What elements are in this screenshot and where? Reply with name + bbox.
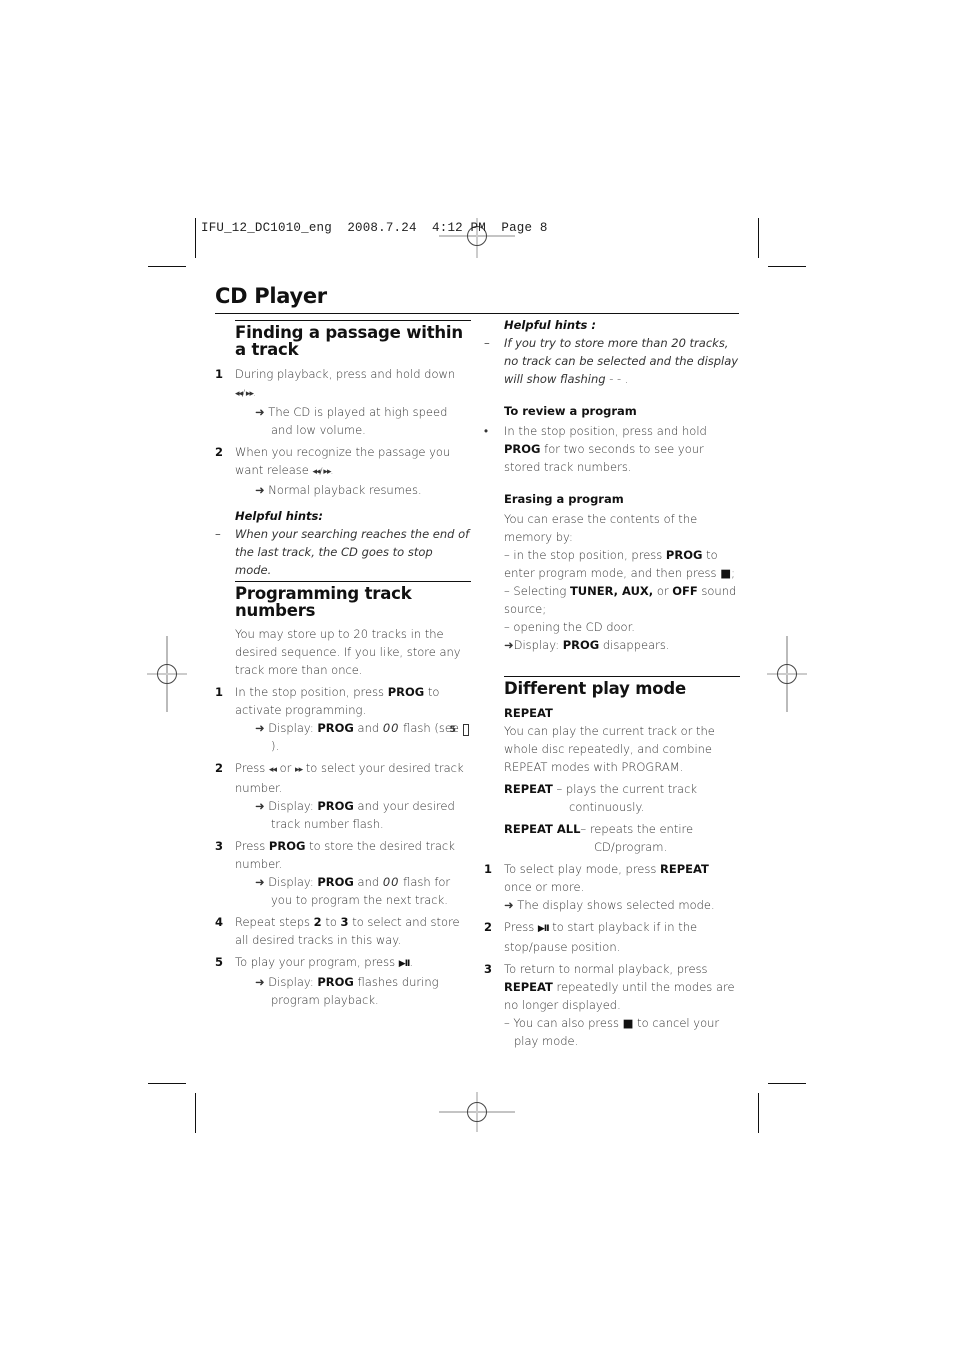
- step-result: ➜ The display shows selected mode.: [504, 898, 715, 912]
- stop-icon: ■: [720, 566, 732, 580]
- programming-intro: You may store up to 20 tracks in the des…: [235, 627, 461, 677]
- erasing-option: – Selecting TUNER, AUX, or OFF sound sou…: [504, 584, 737, 616]
- step-result: ➜ Display: PROG and 00 flash (see 5).: [235, 719, 471, 755]
- review-program-heading: To review a program: [504, 404, 637, 418]
- helpful-hint: – If you try to store more than 20 track…: [484, 336, 739, 386]
- crop-mark: [195, 218, 196, 258]
- page-title: CD Player: [215, 284, 327, 308]
- crop-mark: [768, 1083, 806, 1084]
- search-keys-icon: ◂◂/ ▸▸.: [312, 467, 334, 477]
- heading-programming: Programming track numbers: [235, 584, 412, 620]
- section-rule: [235, 320, 471, 321]
- step-2: 2 Press ▶II to start playback if in the …: [484, 920, 698, 954]
- helpful-hint: – When your searching reaches the end of…: [215, 527, 470, 577]
- step-1: 1 To select play mode, press REPEAT once…: [484, 860, 740, 914]
- step-3: 3 Press PROG to store the desired track …: [215, 837, 471, 909]
- step-result: ➜ Normal playback resumes.: [255, 483, 422, 497]
- erasing-result: ➜Display: PROG disappears.: [504, 638, 670, 652]
- finding-passage-body: 1 During playback, press and hold down ◂…: [215, 365, 471, 579]
- slug-date: 2008.7.24: [347, 221, 417, 235]
- step-5: 5 To play your program, press ▶II. ➜ Dis…: [215, 953, 471, 1009]
- slug-file: IFU_12_DC1010_eng: [201, 221, 332, 235]
- crop-mark: [148, 1083, 186, 1084]
- step-3: 3 To return to normal playback, press RE…: [484, 960, 740, 1050]
- erasing-intro: You can erase the contents of the memory…: [504, 512, 698, 544]
- crop-mark: [758, 1093, 759, 1133]
- step-4: 4 Repeat steps 2 to 3 to select and stor…: [215, 915, 460, 947]
- helpful-hints-heading: Helpful hints:: [235, 509, 323, 523]
- stop-icon: ■: [622, 1016, 634, 1030]
- heading-play-mode: Different play mode: [504, 679, 686, 698]
- figure-reference: 5: [450, 724, 469, 736]
- repeat-subheading: REPEAT: [504, 706, 553, 720]
- step-note: – You can also press ■ to cancel your pl…: [504, 1016, 720, 1048]
- play-mode-body: REPEAT You can play the current track or…: [484, 704, 740, 1050]
- title-rule: [215, 313, 739, 314]
- crop-mark: [768, 266, 806, 267]
- segment-display-glyph: 00: [382, 721, 400, 735]
- play-pause-icon: ▶II: [398, 959, 411, 969]
- registration-mark-left: [147, 636, 187, 712]
- step-result: ➜ Display: PROG flashes during program p…: [255, 975, 439, 1007]
- flashing-dashes-glyph: - - .: [605, 372, 629, 386]
- crop-mark: [195, 1093, 196, 1133]
- play-mode-intro: You can play the current track or the wh…: [504, 724, 715, 774]
- slug-page: Page 8: [501, 221, 548, 235]
- erasing-program-heading: Erasing a program: [504, 492, 624, 506]
- section-rule: [504, 676, 740, 677]
- right-column-top: Helpful hints : – If you try to store mo…: [484, 316, 740, 654]
- step-2: 2 When you recognize the passage you wan…: [215, 443, 471, 499]
- step-result: ➜ Display: PROG and your desired track n…: [255, 799, 455, 831]
- erasing-option: – opening the CD door.: [504, 620, 635, 634]
- helpful-hints-heading: Helpful hints :: [504, 318, 596, 332]
- search-keys-icon: ◂◂/ ▸▸.: [235, 389, 256, 399]
- segment-display-glyph: 00: [382, 875, 400, 889]
- crop-mark: [758, 218, 759, 258]
- rewind-icon: ◂◂: [268, 765, 277, 775]
- print-slug: IFU_12_DC1010_eng 2008.7.24 4:12 PM Page…: [201, 221, 548, 235]
- step-result: ➜ Display: PROG and 00 flash for you to …: [255, 875, 451, 907]
- slug-time: 4:12 PM: [432, 221, 486, 235]
- registration-mark-right: [767, 636, 807, 712]
- repeat-all-mode-definition: REPEAT ALL– repeats the entire CD/program…: [504, 822, 694, 854]
- step-2: 2 Press ◂◂ or ▸▸ to select your desired …: [215, 759, 471, 833]
- registration-mark-bottom: [439, 1092, 515, 1132]
- heading-finding-passage: Finding a passage within a track: [235, 323, 463, 359]
- programming-body: You may store up to 20 tracks in the des…: [215, 625, 471, 1009]
- review-program-item: • In the stop position, press and hold P…: [484, 424, 707, 474]
- erasing-option: – in the stop position, press PROG to en…: [504, 548, 735, 580]
- repeat-mode-definition: REPEAT – plays the current track continuo…: [504, 782, 698, 814]
- bullet: •: [484, 424, 489, 438]
- step-result: ➜ The CD is played at high speed and low…: [255, 405, 448, 437]
- step-1: 1 In the stop position, press PROG to ac…: [215, 683, 471, 755]
- play-pause-icon: ▶II: [537, 924, 550, 934]
- section-rule: [235, 581, 471, 582]
- crop-mark: [148, 266, 186, 267]
- step-1: 1 During playback, press and hold down ◂…: [215, 365, 471, 439]
